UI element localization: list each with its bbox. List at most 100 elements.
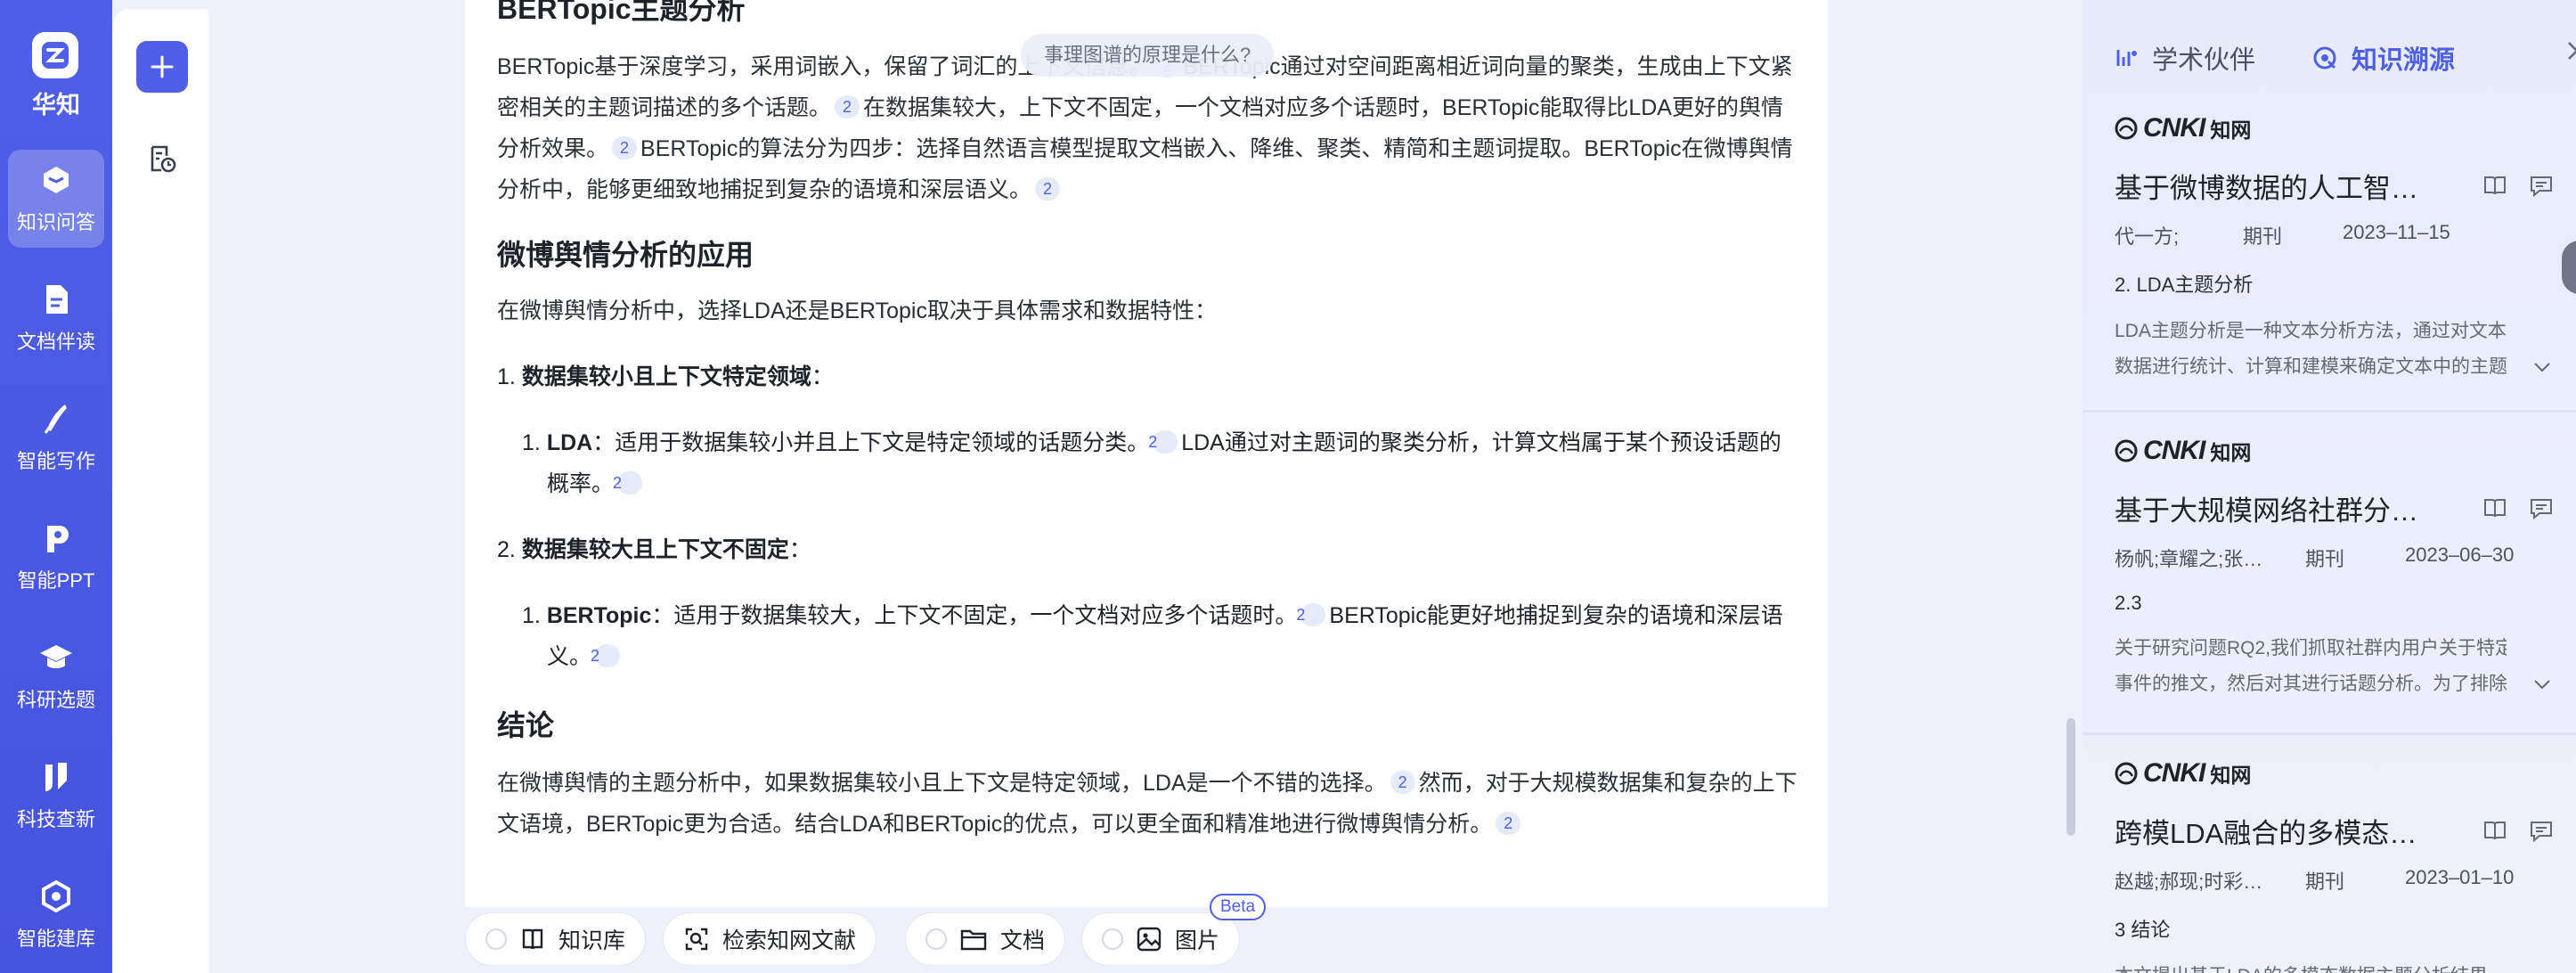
term: BERTopic (546, 603, 652, 628)
card-title[interactable]: 基于微博数据的人工智能… (2115, 166, 2426, 206)
card-meta: 代一方; 期刊 2023–11–15 (2115, 221, 2555, 249)
card-type: 期刊 (2305, 871, 2345, 893)
card-section: 2.3 (2115, 592, 2142, 614)
tab-knowledge-trace[interactable]: 知识溯源 (2311, 39, 2455, 77)
card-title[interactable]: 跨模LDA融合的多模态数… (2115, 811, 2426, 851)
chat-icon[interactable] (2528, 172, 2555, 199)
app-logo[interactable] (32, 32, 78, 78)
image-chip[interactable]: 图片 (1081, 912, 1241, 966)
nav-item-smart-ppt[interactable]: 智能PPT (8, 508, 104, 606)
document-icon (46, 285, 68, 314)
book-icon (522, 928, 543, 950)
image-icon (1137, 927, 1162, 952)
new-chat-button[interactable] (136, 41, 188, 93)
citation-badge[interactable]: 2 (613, 471, 643, 495)
knowledge-qa-icon (44, 167, 69, 193)
cnki-mark-icon (2115, 117, 2138, 140)
card-authors: 赵越;郝现;时彩… (2115, 871, 2263, 893)
nav-item-label: 文档伴读 (16, 331, 95, 353)
chat-icon[interactable] (2528, 495, 2555, 521)
nav-item-research-topic[interactable]: 科研选题 (8, 627, 104, 725)
list-number: 1. (522, 430, 541, 455)
cnki-brand-cn: 知网 (2210, 119, 2252, 142)
list-colon: ： (788, 537, 811, 562)
nav-item-smart-database[interactable]: 智能建库 (8, 866, 104, 964)
cnki-brand: CNKI (2143, 758, 2205, 788)
nav-item-label: 智能建库 (16, 928, 95, 950)
radio-toggle[interactable] (485, 928, 507, 950)
nav-item-document-reading[interactable]: 文档伴读 (8, 269, 104, 367)
presentation-icon (47, 526, 69, 552)
card-authors: 杨帆;章耀之;张… (2115, 548, 2263, 570)
card-divider (2083, 732, 2576, 735)
folder-icon (960, 929, 987, 951)
card-date: 2023–11–15 (2343, 221, 2450, 243)
citation-badge[interactable]: 2 (591, 644, 621, 667)
pen-icon (44, 405, 67, 434)
citation-badge[interactable]: 2 (1148, 430, 1178, 454)
excerpt-line: LDA主题分析是一种文本分析方法，通过对文本 (2115, 321, 2507, 341)
nav-item-smart-writing[interactable]: 智能写作 (8, 388, 104, 487)
citation-badge[interactable]: 2 (1035, 177, 1061, 200)
card-excerpt: 关于研究问题RQ2,我们抓取社群内用户关于特定 事件的推文，然后对其进行话题分析… (2115, 631, 2550, 702)
card-excerpt: LDA主题分析是一种文本分析方法，通过对文本 数据进行统计、计算和建模来确定文本… (2115, 314, 2550, 385)
main-scrollbar[interactable] (2067, 718, 2075, 836)
nav-item-knowledge-qa[interactable]: 知识问答 (8, 150, 104, 248)
citation-badge[interactable]: 2 (1496, 812, 1521, 835)
source-card[interactable]: CNKI 知网 基于微博数据的人工智能… 代一方; 期刊 2023–11–15 … (2115, 110, 2555, 385)
application-intro: 在微博舆情分析中，选择LDA还是BERTopic取决于具体需求和数据特性： (497, 298, 1217, 323)
read-book-icon[interactable] (2482, 495, 2508, 521)
list-number: 1. (522, 603, 541, 628)
cnki-mark-icon (2115, 762, 2138, 785)
knowledge-base-chip[interactable]: 知识库 (465, 912, 647, 966)
search-new-icon (45, 763, 67, 791)
answer-panel: BERTopic主题分析 BERTopic基于深度学习，采用词嵌入，保留了词汇的… (465, 0, 1828, 907)
list-item-title: 数据集较大且上下文不固定 (521, 537, 789, 562)
excerpt-line: 事件的推文，然后对其进行话题分析。为了排除 (2115, 674, 2507, 694)
card-title[interactable]: 基于大规模网络社群分割… (2115, 488, 2426, 528)
beta-badge: Beta (1210, 894, 1267, 920)
card-section: 3 结论 (2115, 919, 2171, 941)
card-section: 2. LDA主题分析 (2115, 274, 2254, 296)
chat-icon[interactable] (2528, 817, 2555, 844)
cnki-search-chip[interactable]: 检索知网文献 (663, 912, 877, 966)
suggested-question[interactable]: 事理图谱的原理是什么? (1021, 34, 1275, 77)
source-card[interactable]: CNKI 知网 基于大规模网络社群分割… 杨帆;章耀之;张… 期刊 2023–0… (2115, 433, 2555, 702)
cnki-logo: CNKI 知网 (2115, 756, 2555, 791)
citation-badge[interactable]: 2 (1296, 603, 1326, 626)
list-number: 2. (497, 537, 516, 562)
nav-item-novelty-search[interactable]: 科技查新 (8, 747, 104, 845)
excerpt-line: 关于研究问题RQ2,我们抓取社群内用户关于特定 (2115, 638, 2507, 658)
list-subitem-lda: 1. LDA：适用于数据集较小并且上下文是特定领域的话题分类。2 LDA通过对主题… (497, 422, 1797, 504)
citation-badge[interactable]: 2 (835, 95, 860, 119)
radio-toggle[interactable] (925, 928, 947, 950)
radio-toggle[interactable] (1102, 928, 1123, 950)
list-subitem-bertopic: 1. BERTopic：适用于数据集较大，上下文不固定，一个文档对应多个话题时。… (497, 595, 1797, 677)
cnki-mark-icon (2115, 439, 2138, 462)
nav-item-label: 知识问答 (16, 211, 95, 233)
read-book-icon[interactable] (2482, 817, 2508, 844)
nav-item-label: 智能PPT (17, 569, 95, 592)
card-title-row: 基于大规模网络社群分割… (2115, 488, 2555, 527)
logo-icon (42, 42, 69, 69)
source-card[interactable]: CNKI 知网 跨模LDA融合的多模态数… 赵越;郝现;时彩… 期刊 2023–… (2115, 756, 2555, 973)
tab-academic-partner[interactable]: 学术伙伴 (2113, 39, 2255, 77)
history-button[interactable] (144, 141, 180, 176)
card-title-row: 基于微博数据的人工智能… (2115, 166, 2555, 205)
history-icon (151, 145, 176, 173)
card-title-row: 跨模LDA融合的多模态数… (2115, 811, 2555, 850)
close-icon[interactable] (2564, 37, 2576, 64)
list-item-case2: 2. 数据集较大且上下文不固定： (497, 529, 1797, 570)
text-sentence: ：适用于数据集较大，上下文不固定，一个文档对应多个话题时。 (651, 603, 1298, 628)
excerpt-line: 本文提出基于LDA的多模态数据主题分析结果 (2115, 959, 2507, 973)
document-chip[interactable]: 文档 (905, 912, 1066, 966)
chevron-down-icon[interactable] (2531, 674, 2553, 695)
read-book-icon[interactable] (2482, 172, 2508, 199)
nav-item-label: 智能写作 (16, 450, 95, 472)
floating-avatar[interactable] (2562, 241, 2576, 294)
list-item-title: 数据集较小且上下文特定领域 (521, 364, 811, 389)
chevron-down-icon[interactable] (2531, 356, 2553, 378)
card-excerpt: 本文提出基于LDA的多模态数据主题分析结果 (2115, 959, 2533, 973)
citation-badge[interactable]: 2 (1390, 771, 1415, 794)
citation-badge[interactable]: 2 (612, 136, 638, 159)
